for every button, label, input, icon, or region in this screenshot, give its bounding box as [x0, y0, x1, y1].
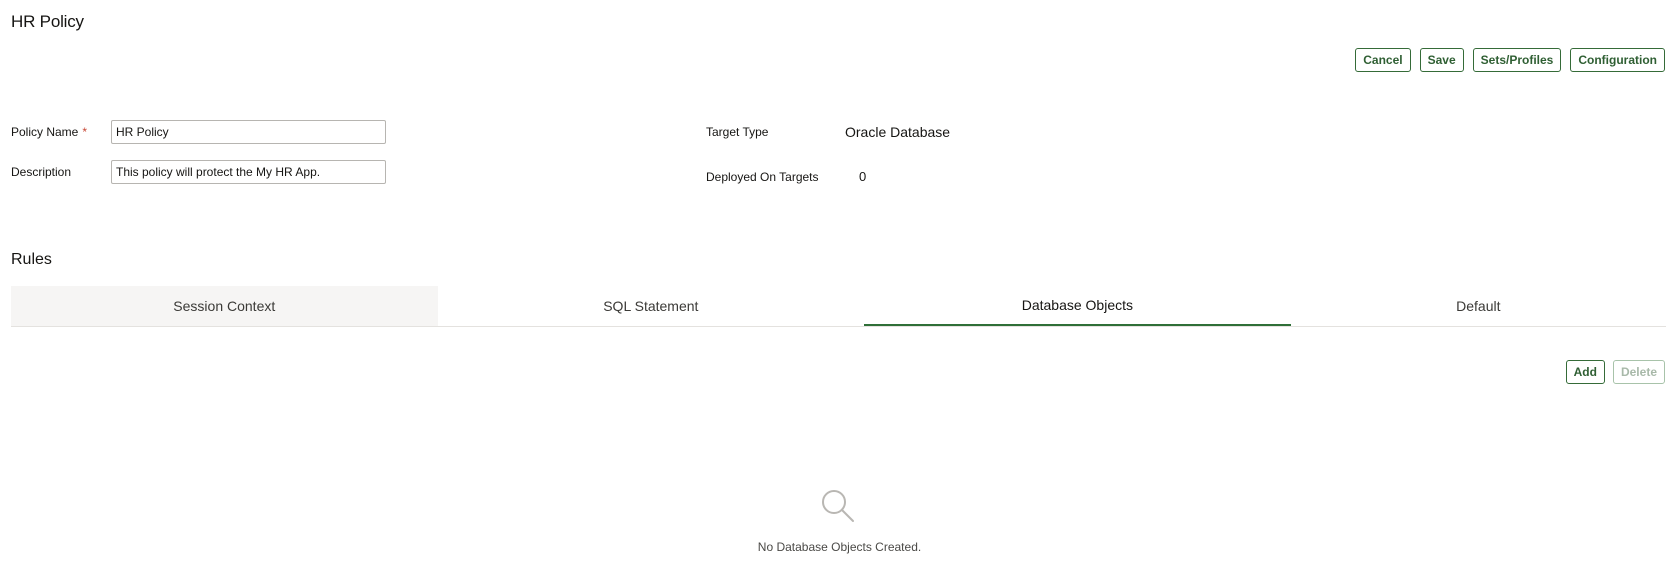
delete-button[interactable]: Delete [1612, 360, 1665, 384]
tab-database-objects[interactable]: Database Objects [864, 286, 1291, 326]
sets-profiles-button[interactable]: Sets/Profiles [1472, 48, 1562, 72]
page-toolbar: Cancel Save Sets/Profiles Configuration [1355, 48, 1665, 72]
cancel-button[interactable]: Cancel [1355, 48, 1411, 72]
tab-default[interactable]: Default [1291, 286, 1666, 326]
deployed-on-targets-label: Deployed On Targets [706, 170, 819, 184]
rules-tab-bar: Session Context SQL Statement Database O… [11, 286, 1666, 327]
tab-sql-statement[interactable]: SQL Statement [438, 286, 865, 326]
rules-section-title: Rules [11, 251, 52, 268]
required-marker: * [82, 125, 88, 139]
policy-name-label-text: Policy Name [11, 125, 79, 139]
tab-session-context[interactable]: Session Context [11, 286, 438, 326]
policy-name-input[interactable] [111, 120, 386, 144]
target-type-value: Oracle Database [845, 124, 951, 140]
description-label: Description [11, 165, 72, 179]
description-input[interactable] [111, 160, 386, 184]
add-button[interactable]: Add [1565, 360, 1605, 384]
deployed-on-targets-value: 0 [859, 169, 867, 184]
page-title: HR Policy [11, 12, 84, 31]
target-type-label: Target Type [706, 125, 769, 139]
policy-name-label: Policy Name * [11, 125, 87, 139]
rules-table-actions: Add Delete [1565, 360, 1665, 384]
search-icon [822, 490, 854, 522]
save-button[interactable]: Save [1419, 48, 1464, 72]
configuration-button[interactable]: Configuration [1570, 48, 1665, 72]
empty-state-message: No Database Objects Created. [757, 540, 922, 554]
